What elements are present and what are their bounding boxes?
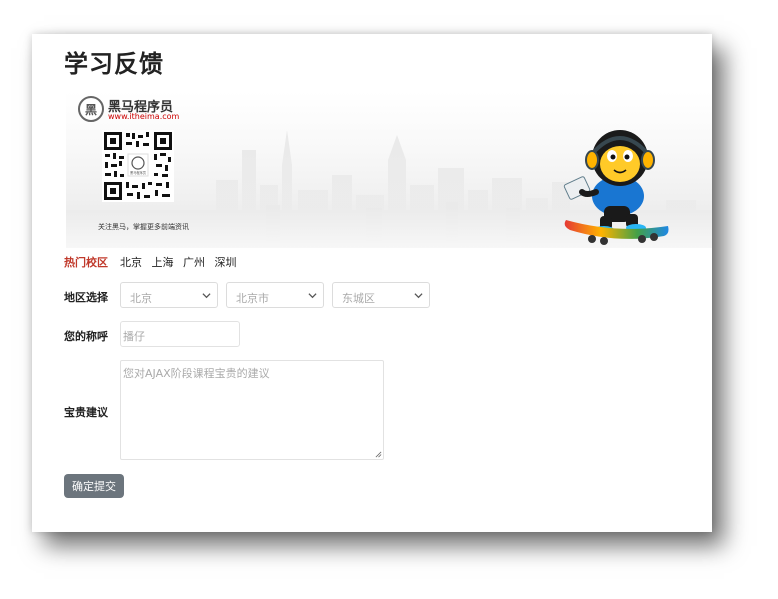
submit-button[interactable]: 确定提交 [64,474,124,498]
nickname-placeholder: 播仔 [123,330,145,343]
brand-url: www.itheima.com [108,112,180,121]
hot-campus-list: 北京 上海 广州 深圳 [120,254,243,270]
city-select[interactable]: 北京市 [226,282,324,308]
qr-center-text: 黑马程序员 [130,170,146,175]
campus-link-beijing[interactable]: 北京 [120,256,142,269]
chevron-down-icon [308,293,317,299]
campus-link-shanghai[interactable]: 上海 [152,256,174,269]
resize-grip-icon[interactable] [375,451,382,458]
hot-campus-label: 热门校区 [64,256,108,269]
district-select-value: 东城区 [342,292,375,305]
region-label: 地区选择 [64,291,108,304]
brand-logo-icon: 黑 [78,96,104,122]
campus-link-guangzhou[interactable]: 广州 [183,256,205,269]
suggestion-textarea[interactable]: 您对AJAX阶段课程宝贵的建议 [120,360,384,460]
nickname-label: 您的称呼 [64,330,108,343]
mascot-skateboard-icon [563,130,669,245]
nickname-input[interactable]: 播仔 [120,321,240,347]
district-select[interactable]: 东城区 [332,282,430,308]
qr-code-icon: 黑马程序员 [102,130,174,202]
qr-caption: 关注黑马，掌握更多前端资讯 [98,223,189,231]
province-select[interactable]: 北京 [120,282,218,308]
feedback-card: 学习反馈 黑 黑马程序员 www.itheima.com 黑马程序员 关注黑马，… [32,34,712,532]
campus-link-shenzhen[interactable]: 深圳 [215,256,237,269]
suggestion-placeholder: 您对AJAX阶段课程宝贵的建议 [123,367,270,380]
suggestion-label: 宝贵建议 [64,406,108,419]
chevron-down-icon [414,293,423,299]
province-select-value: 北京 [130,292,152,305]
chevron-down-icon [202,293,211,299]
page-title: 学习反馈 [64,50,164,78]
city-select-value: 北京市 [236,292,269,305]
